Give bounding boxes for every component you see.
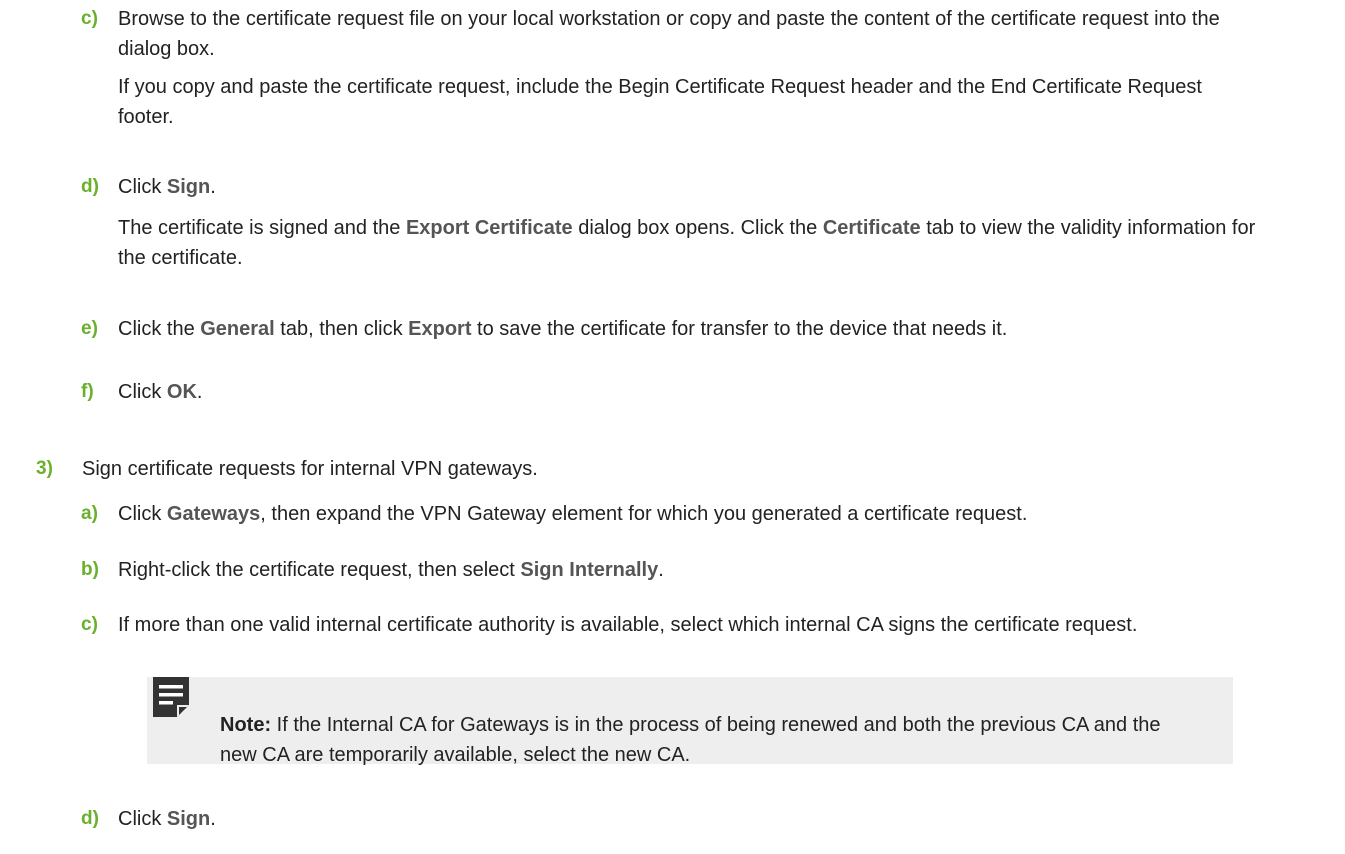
substep-marker-a: a) bbox=[81, 503, 98, 524]
step-d-text: Click Sign. bbox=[118, 172, 1248, 202]
general-tab-ref: General bbox=[200, 318, 275, 340]
substep-marker-d: d) bbox=[81, 808, 99, 829]
step-d-result-b: dialog box opens. Click the bbox=[572, 217, 823, 239]
note-text: Note: If the Internal CA for Gateways is… bbox=[220, 710, 1200, 770]
export-certificate-dialog-ref: Export Certificate bbox=[405, 217, 573, 239]
substep-marker-b: b) bbox=[81, 559, 99, 580]
note-icon bbox=[153, 677, 189, 717]
step-marker-3: 3) bbox=[36, 458, 53, 479]
step-marker-c: c) bbox=[81, 8, 98, 29]
substep-b-suffix: . bbox=[658, 559, 664, 581]
step-c-text: Browse to the certificate request file o… bbox=[118, 4, 1248, 64]
step-f-text: Click OK. bbox=[118, 377, 202, 407]
substep-a-suffix: , then expand the VPN Gateway element fo… bbox=[260, 503, 1028, 525]
step-marker-f: f) bbox=[81, 381, 94, 402]
export-button-ref: Export bbox=[408, 318, 472, 340]
substep-d-suffix: . bbox=[210, 808, 216, 830]
step-e-c: to save the certificate for transfer to … bbox=[471, 318, 1008, 340]
step-marker-d: d) bbox=[81, 176, 99, 197]
certificate-tab-ref: Certificate bbox=[822, 217, 921, 239]
step-d-result: The certificate is signed and the Export… bbox=[118, 213, 1268, 273]
step-c-para-1: Browse to the certificate request file o… bbox=[118, 8, 1220, 60]
substep-b-prefix: Right-click the certificate request, the… bbox=[118, 559, 521, 581]
step-e-a: Click the bbox=[118, 318, 201, 340]
gateways-ref: Gateways bbox=[166, 503, 261, 525]
note-body: If the Internal CA for Gateways is in th… bbox=[220, 714, 1161, 766]
sign-button-ref: Sign bbox=[166, 176, 211, 198]
step-f-suffix: . bbox=[196, 381, 203, 403]
step-f-prefix: Click bbox=[118, 381, 167, 403]
step-3-label: Sign certificate requests for internal V… bbox=[82, 458, 538, 480]
step-c-para-2: If you copy and paste the certificate re… bbox=[118, 76, 1202, 128]
note-label: Note: bbox=[220, 714, 272, 736]
step-d-prefix: Click bbox=[118, 176, 167, 198]
step-e-text: Click the General tab, then click Export… bbox=[118, 314, 1338, 344]
substep-d-text: Click Sign. bbox=[118, 804, 216, 834]
ok-button-ref: OK bbox=[166, 381, 197, 403]
step-3-text: Sign certificate requests for internal V… bbox=[82, 454, 538, 484]
substep-a-text: Click Gateways, then expand the VPN Gate… bbox=[118, 499, 1338, 529]
substep-b-text: Right-click the certificate request, the… bbox=[118, 555, 664, 585]
substep-marker-c: c) bbox=[81, 614, 98, 635]
substep-c-text: If more than one valid internal certific… bbox=[118, 610, 1248, 640]
substep-c-label: If more than one valid internal certific… bbox=[118, 614, 1138, 636]
substep-a-prefix: Click bbox=[118, 503, 167, 525]
step-d-suffix: . bbox=[210, 176, 216, 198]
step-d-result-a: The certificate is signed and the bbox=[118, 217, 406, 239]
step-e-b: tab, then click bbox=[274, 318, 409, 340]
step-c-note: If you copy and paste the certificate re… bbox=[118, 72, 1248, 132]
sign-ref: Sign bbox=[166, 808, 211, 830]
sign-internally-ref: Sign Internally bbox=[520, 559, 659, 581]
substep-d-prefix: Click bbox=[118, 808, 167, 830]
step-marker-e: e) bbox=[81, 318, 98, 339]
